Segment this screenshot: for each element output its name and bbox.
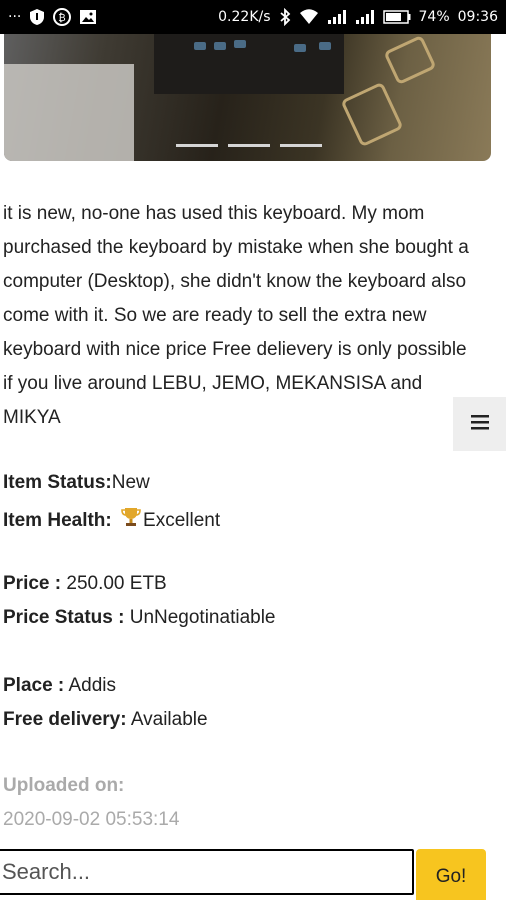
item-health-row: Item Health: Excellent <box>3 506 220 534</box>
clock: 09:36 <box>457 9 498 25</box>
carousel-indicator[interactable] <box>280 144 322 147</box>
go-button[interactable]: Go! <box>416 849 486 900</box>
price-status-label: Price Status : <box>3 607 125 628</box>
item-status-value: New <box>111 472 150 493</box>
price-label: Price : <box>3 573 62 594</box>
price-status-value: UnNegotinatiable <box>129 607 276 628</box>
item-health-label: Item Health: <box>3 510 112 531</box>
bluetooth-icon <box>279 8 291 26</box>
delivery-row: Free delivery: Available <box>3 709 208 731</box>
carousel-indicators <box>176 144 322 147</box>
place-value: Addis <box>68 675 117 696</box>
svg-text:₿: ₿ <box>59 12 66 24</box>
search-input[interactable] <box>0 849 414 895</box>
price-status-row: Price Status : UnNegotinatiable <box>3 607 275 629</box>
uploaded-timestamp: 2020-09-02 05:53:14 <box>3 809 180 830</box>
item-health-value: Excellent <box>143 510 221 531</box>
delivery-value: Available <box>130 709 208 730</box>
item-status-row: Item Status:New <box>3 472 150 494</box>
menu-dots-icon: ··· <box>8 9 22 25</box>
status-bar: ··· ₿ 0.22K/s 74% 09:36 <box>0 0 506 34</box>
signal-icon <box>355 9 375 25</box>
hamburger-menu-button[interactable] <box>453 397 506 451</box>
bitcoin-icon: ₿ <box>53 8 72 26</box>
product-image-keyboard <box>154 34 344 94</box>
wifi-icon <box>299 9 319 25</box>
trophy-icon <box>120 506 142 534</box>
place-row: Place : Addis <box>3 675 116 697</box>
place-label: Place : <box>3 675 65 696</box>
product-image-carousel[interactable] <box>4 34 491 161</box>
delivery-label: Free delivery: <box>3 709 127 730</box>
shield-icon <box>29 8 45 26</box>
image-icon <box>79 9 97 25</box>
price-value: 250.00 ETB <box>66 573 167 594</box>
uploaded-label: Uploaded on: <box>3 775 125 796</box>
item-status-label: Item Status: <box>3 472 112 493</box>
carousel-indicator[interactable] <box>228 144 270 147</box>
signal-icon <box>327 9 347 25</box>
product-image-box <box>4 64 134 161</box>
price-row: Price : 250.00 ETB <box>3 573 167 595</box>
carousel-indicator[interactable] <box>176 144 218 147</box>
product-image-detail <box>340 81 404 148</box>
item-description: it is new, no-one has used this keyboard… <box>3 203 469 428</box>
hamburger-menu-icon <box>470 414 490 435</box>
battery-level: 74% <box>418 9 450 25</box>
network-speed: 0.22K/s <box>218 9 271 25</box>
battery-icon <box>382 10 411 24</box>
product-image-detail <box>383 34 437 86</box>
